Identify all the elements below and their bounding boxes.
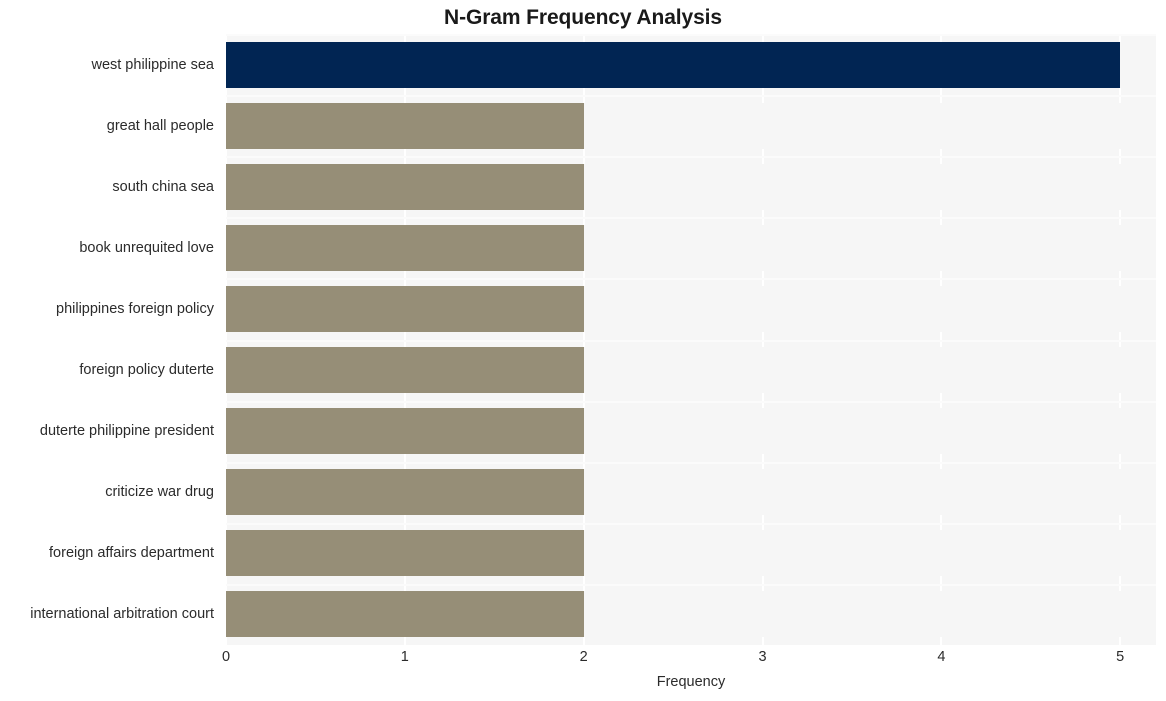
y-tick-label: duterte philippine president bbox=[39, 423, 214, 440]
bar-row[interactable] bbox=[226, 285, 1156, 332]
y-tick-label: international arbitration court bbox=[30, 606, 214, 623]
band-separator bbox=[226, 278, 1156, 281]
bar[interactable] bbox=[226, 224, 584, 271]
x-axis-tick-labels: 0 1 2 3 4 5 bbox=[222, 645, 1156, 675]
x-tick-label: 0 bbox=[221, 649, 231, 665]
band-separator bbox=[226, 34, 1156, 36]
bar-row[interactable] bbox=[226, 102, 1156, 149]
bar[interactable] bbox=[226, 408, 584, 455]
band-separator bbox=[226, 461, 1156, 464]
band-separator bbox=[226, 583, 1156, 586]
x-tick-label: 1 bbox=[400, 649, 409, 665]
bar[interactable] bbox=[226, 163, 584, 210]
x-axis-label: Frequency bbox=[656, 674, 726, 690]
y-tick-label: foreign affairs department bbox=[49, 545, 214, 562]
y-tick-label: criticize war drug bbox=[105, 484, 214, 501]
band-separator bbox=[226, 217, 1156, 220]
y-tick-label: south china sea bbox=[112, 178, 214, 195]
bar-row[interactable] bbox=[226, 408, 1156, 455]
x-tick-label: 4 bbox=[937, 649, 946, 665]
x-tick-label: 2 bbox=[579, 649, 588, 665]
chart-title: N-Gram Frequency Analysis bbox=[444, 6, 722, 29]
bar[interactable] bbox=[226, 469, 584, 516]
band-separator bbox=[226, 339, 1156, 342]
bar[interactable] bbox=[226, 530, 584, 577]
bar-row[interactable] bbox=[226, 41, 1156, 88]
band-separator bbox=[226, 522, 1156, 525]
bar[interactable] bbox=[226, 591, 584, 638]
bar[interactable] bbox=[226, 347, 584, 394]
bar-row[interactable] bbox=[226, 469, 1156, 516]
y-tick-label: philippines foreign policy bbox=[56, 300, 214, 317]
plot-area bbox=[226, 34, 1156, 645]
bar-row[interactable] bbox=[226, 591, 1156, 638]
bar-row[interactable] bbox=[226, 163, 1156, 210]
band-separator bbox=[226, 95, 1156, 98]
bar[interactable] bbox=[226, 285, 584, 332]
x-tick-label: 3 bbox=[758, 649, 767, 665]
y-tick-label: great hall people bbox=[106, 117, 214, 134]
band-separator bbox=[226, 156, 1156, 159]
bar-row[interactable] bbox=[226, 530, 1156, 577]
y-tick-label: foreign policy duterte bbox=[79, 362, 214, 379]
bar[interactable] bbox=[226, 41, 1121, 88]
x-tick-label: 5 bbox=[1116, 649, 1125, 665]
y-tick-label: book unrequited love bbox=[79, 239, 214, 256]
bar-row[interactable] bbox=[226, 224, 1156, 271]
y-tick-label: west philippine sea bbox=[91, 56, 214, 73]
y-axis-tick-labels: west philippine sea great hall people sout… bbox=[0, 34, 214, 645]
bar[interactable] bbox=[226, 102, 584, 149]
chart-figure: N-Gram Frequency Analysis west philippin… bbox=[0, 0, 1166, 701]
band-separator bbox=[226, 400, 1156, 403]
bar-row[interactable] bbox=[226, 347, 1156, 394]
